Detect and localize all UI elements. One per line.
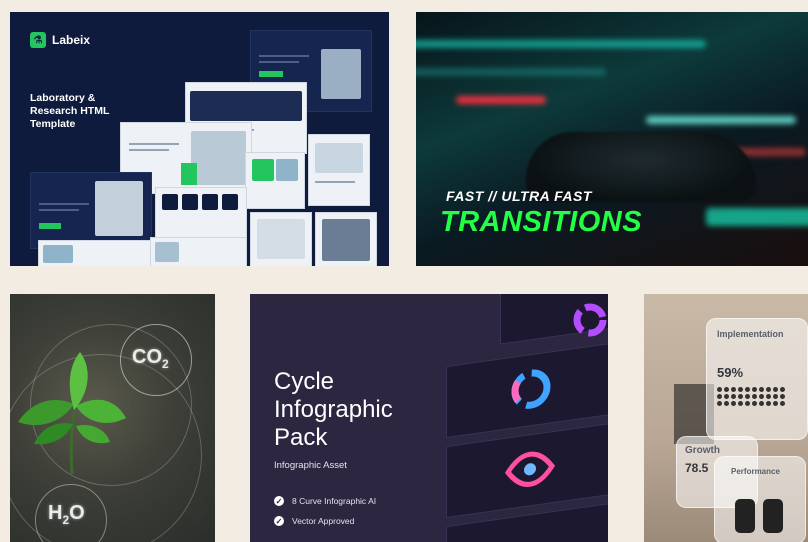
- labeix-template-card[interactable]: ⚗ Labeix Laboratory & Research HTML Temp…: [10, 12, 389, 266]
- preview-page: [38, 240, 155, 266]
- transitions-tagline: FAST // ULTRA FAST: [446, 188, 592, 204]
- feature-item: ✓ Vector Approved: [274, 516, 355, 526]
- co2-environment-card[interactable]: CO2 H2O: [10, 294, 215, 542]
- transitions-video-card[interactable]: FAST // ULTRA FAST TRANSITIONS: [416, 12, 808, 266]
- performance-card: Performance: [714, 456, 806, 542]
- preview-page: [308, 134, 370, 206]
- h2o-label: H2O: [48, 502, 85, 527]
- performance-label: Performance: [731, 467, 780, 476]
- cycle-infographic-card[interactable]: Cycle Infographic Pack Infographic Asset…: [250, 294, 608, 542]
- cycle-subtitle: Infographic Asset: [274, 460, 347, 471]
- preview-page: [250, 212, 312, 266]
- cycle-ring-icon: [573, 303, 607, 337]
- feature-item: ✓ 8 Curve Infographic AI: [274, 496, 377, 506]
- implementation-value: 59%: [717, 365, 744, 380]
- check-icon: ✓: [274, 516, 284, 526]
- slide-preview: [446, 341, 608, 439]
- growth-value: 78.5: [685, 461, 709, 475]
- bar-indicator: [735, 499, 755, 533]
- sprout-icon: [18, 352, 126, 474]
- co2-label: CO2: [132, 346, 169, 371]
- preview-page: [155, 187, 247, 239]
- implementation-label: Implementation: [717, 329, 784, 339]
- preview-page: [315, 212, 377, 266]
- preview-page: [150, 237, 247, 266]
- transitions-headline: TRANSITIONS: [440, 206, 643, 238]
- flask-icon: ⚗: [30, 32, 46, 48]
- preview-page: [30, 172, 152, 249]
- implementation-card: Implementation 59%: [706, 318, 808, 440]
- dot-grid: [717, 387, 785, 406]
- check-icon: ✓: [274, 496, 284, 506]
- labeix-brand: Labeix: [52, 33, 91, 47]
- preview-page: [245, 152, 305, 209]
- slide-preview: [446, 421, 608, 519]
- labeix-logo: ⚗ Labeix: [30, 32, 90, 48]
- growth-label: Growth: [685, 445, 720, 456]
- bar-indicator: [763, 499, 783, 533]
- performance-dashboard-card[interactable]: Implementation 59% Growth 78.5 Performan…: [644, 294, 808, 542]
- cycle-title: Cycle Infographic Pack: [274, 368, 393, 451]
